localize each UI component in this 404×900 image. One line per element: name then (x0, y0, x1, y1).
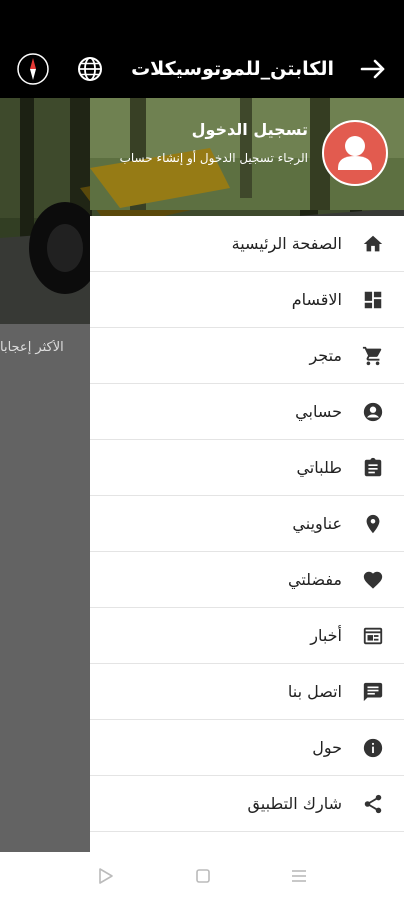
section-heading: الأكثر إعجابا (0, 340, 64, 355)
menu-item-label: الصفحة الرئيسية (231, 234, 342, 253)
menu-item-about[interactable]: حول (90, 720, 404, 776)
app-bar: الكابتن_للموتوسيكلات (0, 40, 404, 98)
globe-icon[interactable] (76, 55, 104, 83)
avatar[interactable] (322, 120, 388, 186)
menu-item-addresses[interactable]: عناويني (90, 496, 404, 552)
menu-item-label: حول (312, 738, 342, 757)
login-title[interactable]: تسجيل الدخول (192, 120, 308, 139)
info-icon (363, 738, 383, 758)
menu-item-news[interactable]: أخبار (90, 608, 404, 664)
menu-item-label: شارك التطبيق (247, 794, 342, 813)
menu-item-label: عناويني (292, 514, 342, 533)
menu-item-account[interactable]: حسابي (90, 384, 404, 440)
person-icon (338, 136, 372, 170)
arrow-right-icon[interactable] (358, 54, 388, 84)
status-bar (0, 0, 404, 40)
drawer-menu: الصفحة الرئيسية الاقسام متجر حسابي طلبات… (90, 216, 404, 852)
menu-item-categories[interactable]: الاقسام (90, 272, 404, 328)
menu-item-label: الاقسام (291, 290, 342, 309)
compass-icon[interactable] (16, 52, 50, 86)
home-icon (363, 235, 383, 252)
news-icon (363, 627, 383, 645)
clipboard-icon (364, 457, 382, 477)
system-nav-bar (0, 852, 404, 900)
menu-item-orders[interactable]: طلباتي (90, 440, 404, 496)
nav-back-icon[interactable] (96, 866, 116, 886)
account-icon (363, 402, 383, 422)
nav-home-icon[interactable] (193, 866, 213, 886)
menu-item-label: اتصل بنا (287, 682, 342, 701)
drawer-header: تسجيل الدخول الرجاء تسجيل الدخول أو إنشا… (90, 98, 404, 210)
cart-icon (362, 346, 382, 366)
menu-item-favorites[interactable]: مفضلتي (90, 552, 404, 608)
chat-icon (363, 682, 383, 702)
menu-item-label: حسابي (295, 402, 342, 421)
share-icon (364, 794, 382, 814)
dashboard-icon (364, 291, 382, 309)
menu-item-label: متجر (309, 346, 342, 365)
app-title: الكابتن_للموتوسيكلات (131, 58, 334, 80)
nav-recents-icon[interactable] (289, 866, 309, 886)
menu-item-home[interactable]: الصفحة الرئيسية (90, 216, 404, 272)
menu-item-label: أخبار (310, 626, 342, 645)
heart-icon (363, 571, 383, 589)
menu-item-share[interactable]: شارك التطبيق (90, 776, 404, 832)
location-icon (366, 514, 380, 534)
menu-item-contact[interactable]: اتصل بنا (90, 664, 404, 720)
menu-item-store[interactable]: متجر (90, 328, 404, 384)
menu-item-label: طلباتي (296, 458, 342, 477)
login-subtitle: الرجاء تسجيل الدخول أو إنشاء حساب (119, 151, 308, 165)
menu-item-label: مفضلتي (288, 570, 342, 589)
